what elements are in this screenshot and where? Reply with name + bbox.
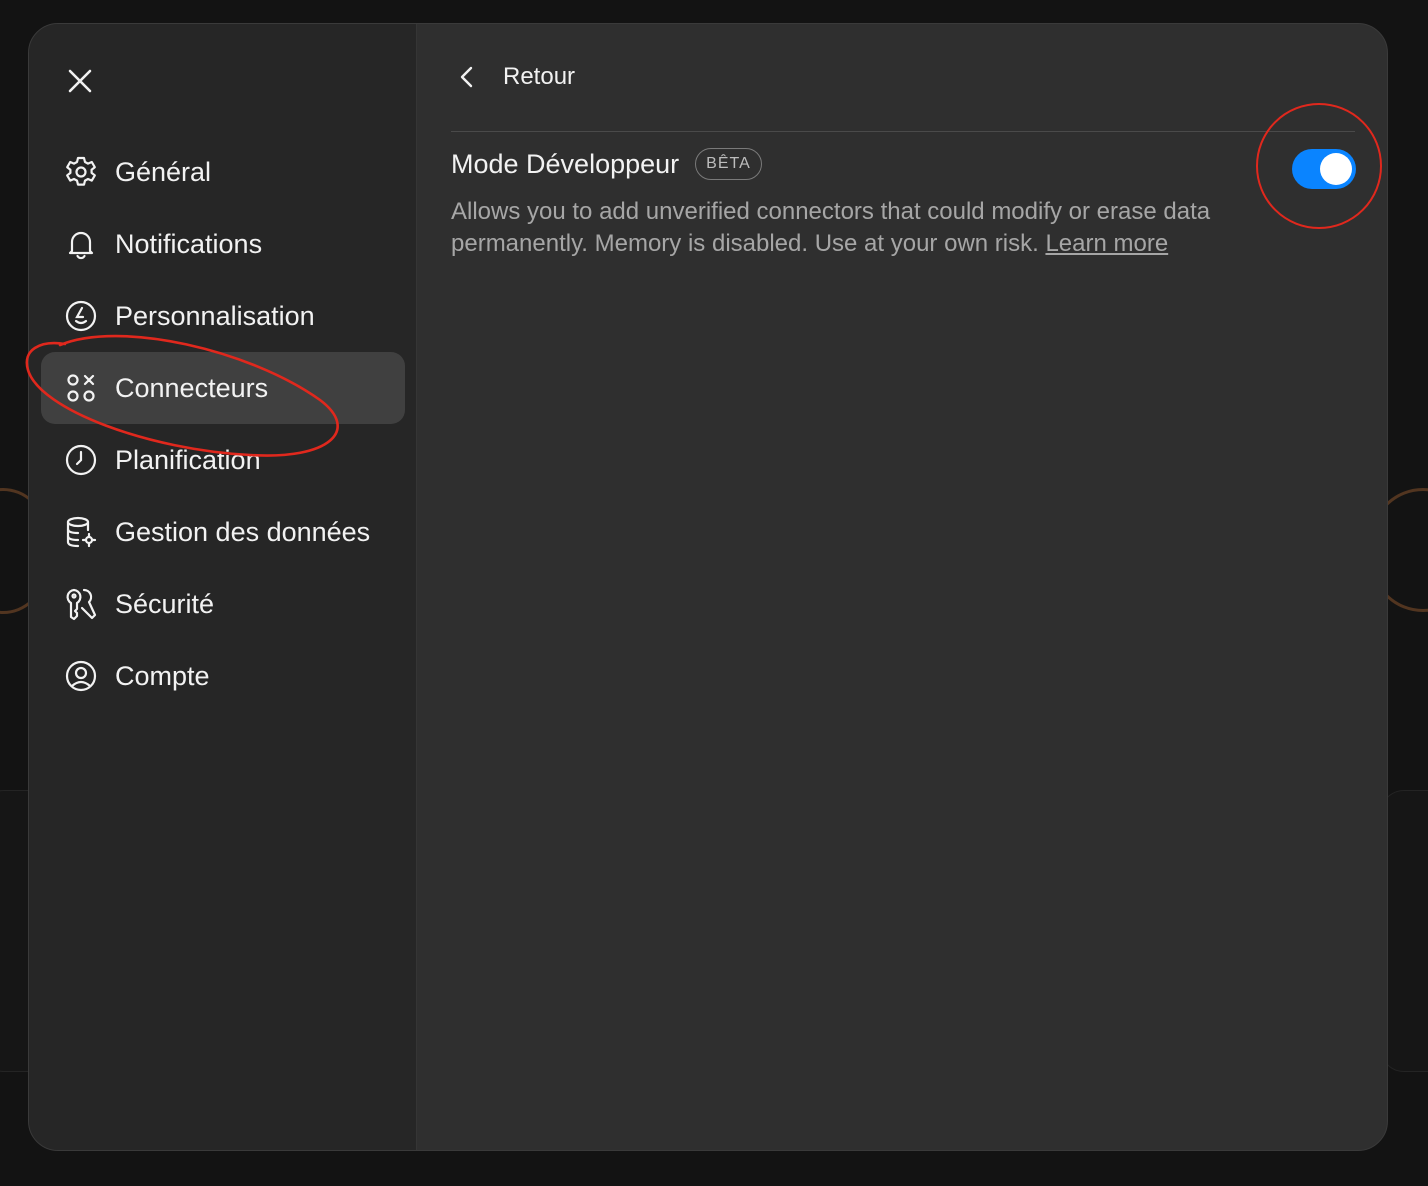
learn-more-link[interactable]: Learn more — [1045, 230, 1168, 257]
settings-modal: Général Notifications Personnalisation C… — [28, 23, 1388, 1151]
toggle-knob — [1320, 153, 1352, 185]
user-circle-icon — [63, 658, 99, 694]
settings-sidebar: Général Notifications Personnalisation C… — [29, 24, 417, 1150]
back-label: Retour — [503, 63, 576, 90]
sidebar-item-connecteurs[interactable]: Connecteurs — [41, 352, 405, 424]
sidebar-item-label: Compte — [115, 660, 210, 691]
sidebar-item-securite[interactable]: Sécurité — [41, 568, 405, 640]
developer-mode-toggle[interactable] — [1292, 149, 1356, 189]
setting-description: Allows you to add unverified connectors … — [451, 196, 1231, 260]
sidebar-item-general[interactable]: Général — [41, 136, 405, 208]
section-divider — [451, 131, 1355, 132]
database-gear-icon — [63, 514, 99, 550]
connectors-icon — [63, 370, 99, 406]
personalization-icon — [63, 298, 99, 334]
sidebar-item-gestion-donnees[interactable]: Gestion des données — [41, 496, 405, 568]
sidebar-item-label: Personnalisation — [115, 300, 315, 331]
sidebar-item-label: Gestion des données — [115, 516, 371, 547]
close-button[interactable] — [59, 60, 101, 102]
settings-nav: Général Notifications Personnalisation C… — [41, 136, 405, 712]
sidebar-item-compte[interactable]: Compte — [41, 640, 405, 712]
close-icon — [68, 69, 92, 93]
sidebar-item-notifications[interactable]: Notifications — [41, 208, 405, 280]
sidebar-item-label: Connecteurs — [115, 372, 269, 403]
beta-badge: BÊTA — [695, 148, 762, 180]
chevron-left-icon — [457, 65, 481, 89]
sidebar-item-personnalisation[interactable]: Personnalisation — [41, 280, 405, 352]
developer-mode-header: Mode Développeur BÊTA — [451, 148, 762, 180]
gear-icon — [63, 154, 99, 190]
security-icon — [63, 586, 99, 622]
setting-title: Mode Développeur — [451, 148, 680, 179]
bell-icon — [63, 226, 99, 262]
sidebar-item-planification[interactable]: Planification — [41, 424, 405, 496]
clock-icon — [63, 442, 99, 478]
back-button[interactable]: Retour — [457, 56, 575, 98]
sidebar-item-label: Général — [115, 156, 212, 187]
settings-content: Retour Mode Développeur BÊTA Allows you … — [417, 24, 1387, 1150]
sidebar-item-label: Sécurité — [115, 588, 215, 619]
sidebar-item-label: Notifications — [115, 228, 263, 259]
sidebar-item-label: Planification — [115, 444, 261, 475]
